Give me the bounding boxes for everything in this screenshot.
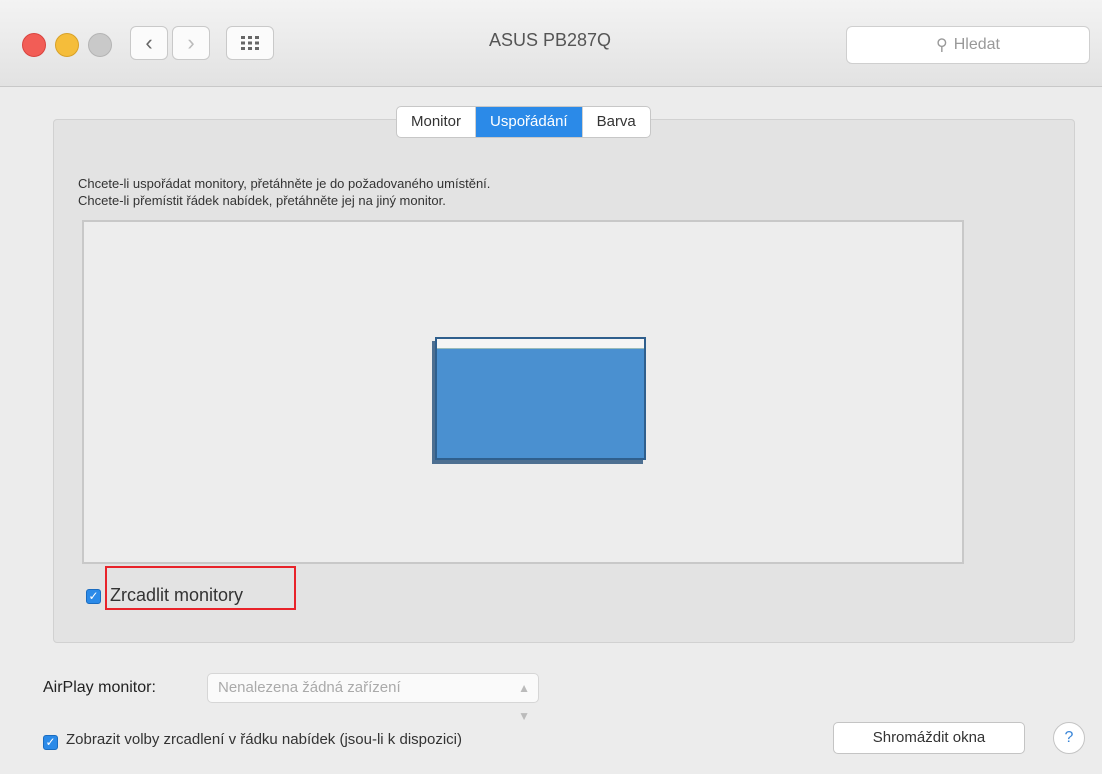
mirror-displays-checkbox[interactable]: ✓ [86, 589, 101, 604]
show-mirroring-label[interactable]: Zobrazit volby zrcadlení v řádku nabídek… [66, 731, 462, 748]
tab-bar: Monitor Uspořádání Barva [396, 106, 651, 138]
minimize-button[interactable] [55, 33, 79, 57]
display-arrangement-area[interactable] [82, 220, 964, 564]
tab-arrangement[interactable]: Uspořádání [476, 107, 583, 137]
help-button[interactable]: ? [1053, 722, 1085, 754]
search-placeholder: Hledat [953, 36, 1000, 53]
search-icon: ⚲ [936, 37, 948, 54]
monitor-thumbnail[interactable] [435, 337, 646, 460]
airplay-select[interactable]: Nenalezena žádná zařízení ▲ ▼ [207, 673, 539, 723]
search-field[interactable]: ⚲ Hledat [846, 26, 1090, 64]
show-all-button[interactable] [226, 26, 274, 60]
airplay-label: AirPlay monitor: [43, 679, 156, 696]
chevron-left-icon: ‹ [145, 30, 153, 55]
instruction-line-1: Chcete-li uspořádat monitory, přetáhněte… [78, 176, 491, 191]
show-mirroring-checkbox[interactable]: ✓ [43, 735, 58, 750]
menu-bar-strip[interactable] [437, 339, 644, 349]
window-title: ASUS PB287Q [488, 30, 612, 50]
airplay-select-value: Nenalezena žádná zařízení [218, 679, 401, 696]
tab-color[interactable]: Barva [583, 107, 650, 137]
instructions: Chcete-li uspořádat monitory, přetáhněte… [78, 175, 490, 209]
tab-monitor[interactable]: Monitor [397, 107, 477, 137]
zoom-button[interactable] [88, 33, 112, 57]
grid-icon [241, 36, 259, 50]
title-bar: ‹ › ASUS PB287Q ⚲ Hledat [0, 0, 1102, 87]
chevron-right-icon: › [187, 30, 195, 55]
highlight-box [105, 566, 296, 610]
forward-button[interactable]: › [172, 26, 210, 60]
close-button[interactable] [22, 33, 46, 57]
updown-arrows-icon: ▲ ▼ [518, 681, 530, 723]
back-button[interactable]: ‹ [130, 26, 168, 60]
gather-windows-button[interactable]: Shromáždit okna [833, 722, 1025, 754]
instruction-line-2: Chcete-li přemístit řádek nabídek, přetá… [78, 193, 446, 208]
